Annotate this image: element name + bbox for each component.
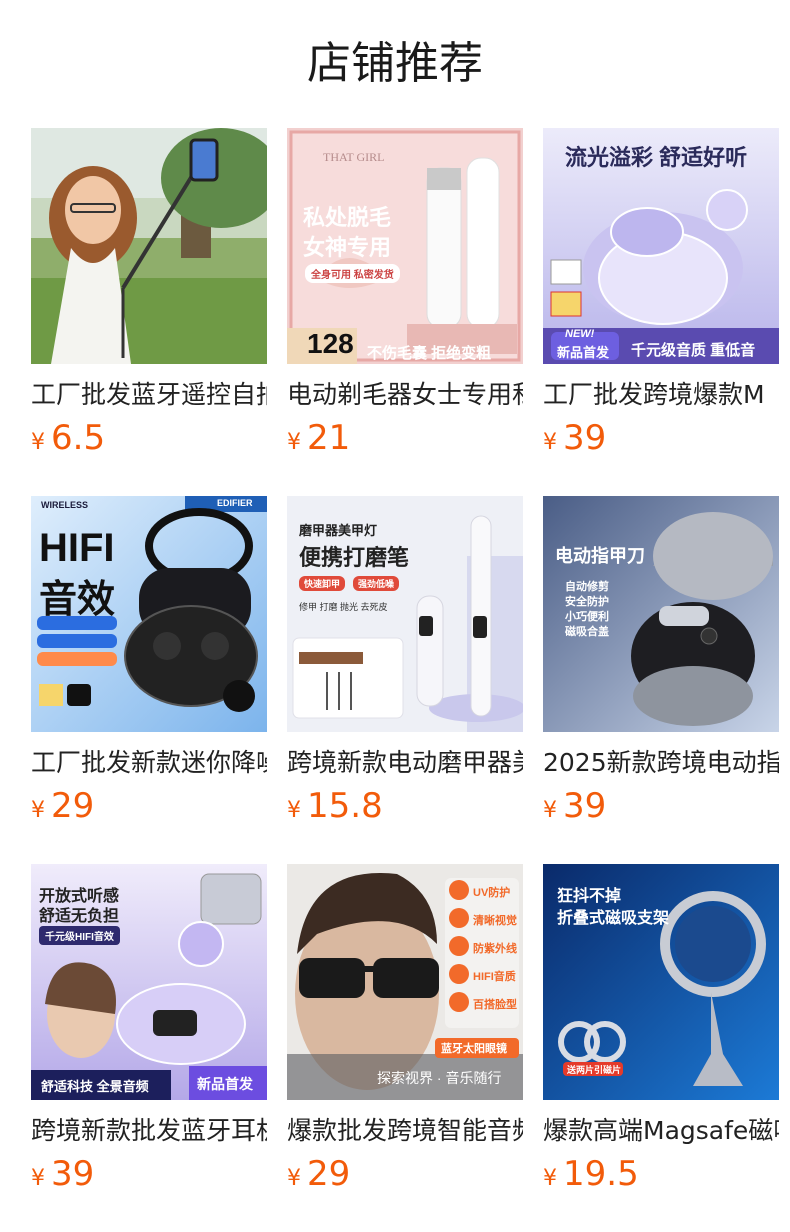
feature-tag: 送两片引磁片 bbox=[567, 1065, 622, 1075]
currency-symbol: ¥ bbox=[31, 798, 45, 823]
headline-text: 流光溢彩 舒适好听 bbox=[565, 145, 748, 170]
product-price: ¥6.5 bbox=[31, 416, 267, 460]
feature-tag: 清晰视觉 bbox=[473, 915, 517, 927]
product-image[interactable]: 开放式听感 舒适无负担 千元级HIFI音效 舒适科技 全景音频 新品首发 bbox=[31, 864, 267, 1100]
feature-tag: 不伤毛囊 拒绝变粗 bbox=[367, 345, 492, 362]
product-name[interactable]: 工厂批发蓝牙遥控自拍杆 bbox=[31, 378, 267, 412]
product-name[interactable]: 跨境新款批发蓝牙耳机 bbox=[31, 1114, 267, 1148]
brand-text: EDIFIER bbox=[217, 498, 253, 508]
product-name[interactable]: 爆款高端Magsafe磁吸支架 bbox=[543, 1114, 779, 1148]
section-title: 店铺推荐 bbox=[307, 38, 483, 89]
currency-symbol: ¥ bbox=[543, 1166, 557, 1191]
headline-text: 折叠式磁吸支架 bbox=[557, 910, 670, 927]
product-price: ¥19.5 bbox=[543, 1152, 779, 1196]
product-image[interactable]: THAT GIRL 私处脱毛 女神专用 全身可用 私密发货 128 不伤毛囊 拒… bbox=[287, 128, 523, 364]
product-card[interactable]: 开放式听感 舒适无负担 千元级HIFI音效 舒适科技 全景音频 新品首发 跨境新… bbox=[31, 864, 267, 1232]
product-price: ¥39 bbox=[543, 784, 779, 828]
product-name[interactable]: 工厂批发跨境爆款M bbox=[543, 378, 779, 412]
feature-tag: 强劲低噪 bbox=[353, 576, 400, 591]
feature-tag: 百搭脸型 bbox=[473, 999, 517, 1011]
product-image[interactable]: 电动指甲刀 自动修剪 安全防护 小巧便利 磁吸合盖 bbox=[543, 496, 779, 732]
product-name[interactable]: 跨境新款电动磨甲器美甲 bbox=[287, 746, 523, 780]
headline-text: 狂抖不掉 bbox=[557, 888, 622, 905]
headline-text: 便携打磨笔 bbox=[299, 545, 410, 570]
product-name[interactable]: 电动剃毛器女士专用私处脱毛 bbox=[287, 378, 523, 412]
product-price: ¥29 bbox=[31, 784, 267, 828]
price-value: 39 bbox=[51, 1154, 95, 1194]
price-value: 39 bbox=[563, 786, 607, 826]
product-type-label: 蓝牙太阳眼镜 bbox=[441, 1043, 507, 1055]
price-value: 29 bbox=[307, 1154, 351, 1194]
currency-symbol: ¥ bbox=[31, 1166, 45, 1191]
product-image[interactable]: 磨甲器美甲灯 便携打磨笔 快速卸甲 强劲低噪 修甲 打磨 抛光 去死皮 bbox=[287, 496, 523, 732]
feature-item: 自动修剪 bbox=[565, 581, 609, 593]
feature-tag: 快速卸甲 bbox=[299, 576, 346, 591]
feature-tag: 全身可用 私密发货 bbox=[305, 264, 400, 283]
feature-tag: 千元级HIFI音效 bbox=[39, 926, 120, 945]
price-value: 6.5 bbox=[51, 418, 106, 458]
feature-item: 安全防护 bbox=[565, 596, 609, 608]
feature-tag: UV防护 bbox=[473, 887, 511, 899]
product-card[interactable]: WIRELESS EDIFIER HIFI 音效 工厂批发新款迷你降噪 ¥29 bbox=[31, 496, 267, 864]
headline-text: 音效 bbox=[39, 579, 116, 621]
price-value: 15.8 bbox=[307, 786, 383, 826]
feature-tag: 修甲 打磨 抛光 去死皮 bbox=[299, 602, 388, 612]
feature-tag: HIFI音质 bbox=[473, 971, 516, 983]
product-image[interactable] bbox=[31, 128, 267, 364]
currency-symbol: ¥ bbox=[31, 430, 45, 455]
product-image[interactable]: UV防护 清晰视觉 防紫外线 HIFI音质 百搭脸型 蓝牙太阳眼镜 探索视界 ·… bbox=[287, 864, 523, 1100]
feature-tag: 千元级音质 重低音 bbox=[631, 342, 756, 359]
feature-tag: 防紫外线 bbox=[473, 943, 517, 955]
new-badge: NEW! bbox=[565, 328, 595, 340]
promo-price: 128 bbox=[307, 328, 354, 359]
currency-symbol: ¥ bbox=[543, 430, 557, 455]
product-card[interactable]: 磨甲器美甲灯 便携打磨笔 快速卸甲 强劲低噪 修甲 打磨 抛光 去死皮 跨境新款… bbox=[287, 496, 523, 864]
headline-small: 磨甲器美甲灯 bbox=[299, 523, 378, 538]
headline-text: 电动指甲刀 bbox=[555, 546, 645, 566]
headline-text: HIFI bbox=[39, 526, 115, 570]
product-card[interactable]: 狂抖不掉 折叠式磁吸支架 送两片引磁片 爆款高端Magsafe磁吸支架 ¥19.… bbox=[543, 864, 779, 1232]
slogan-text: 探索视界 · 音乐随行 bbox=[377, 1070, 502, 1086]
currency-symbol: ¥ bbox=[543, 798, 557, 823]
feature-tag: 新品首发 bbox=[557, 345, 610, 360]
product-card[interactable]: THAT GIRL 私处脱毛 女神专用 全身可用 私密发货 128 不伤毛囊 拒… bbox=[287, 128, 523, 496]
currency-symbol: ¥ bbox=[287, 430, 301, 455]
feature-tag: 舒适科技 全景音频 bbox=[41, 1079, 149, 1094]
feature-item: 磁吸合盖 bbox=[565, 626, 609, 638]
shop-recommend-page: 店铺推荐 工厂批发蓝牙遥控自 ¥ 6.5 THAT GIRL 私处脱毛 女神专用… bbox=[0, 0, 790, 1232]
feature-item: 小巧便利 bbox=[565, 611, 609, 623]
headline-text: 舒适无负担 bbox=[39, 908, 120, 925]
product-name[interactable]: 2025新款跨境电动指甲刀 bbox=[543, 746, 779, 780]
product-price: ¥21 bbox=[287, 416, 523, 460]
headline-text: 私处脱毛 bbox=[303, 205, 392, 230]
price-value: 19.5 bbox=[563, 1154, 639, 1194]
product-card[interactable]: UV防护 清晰视觉 防紫外线 HIFI音质 百搭脸型 蓝牙太阳眼镜 探索视界 ·… bbox=[287, 864, 523, 1232]
product-price: ¥39 bbox=[543, 416, 779, 460]
product-price: ¥15.8 bbox=[287, 784, 523, 828]
product-image[interactable]: 狂抖不掉 折叠式磁吸支架 送两片引磁片 bbox=[543, 864, 779, 1100]
currency-symbol: ¥ bbox=[287, 1166, 301, 1191]
product-image[interactable]: 流光溢彩 舒适好听 NEW! 新品首发 千元级音质 重低音 bbox=[543, 128, 779, 364]
product-name[interactable]: 爆款批发跨境智能音频眼镜 bbox=[287, 1114, 523, 1148]
brand-text: THAT GIRL bbox=[323, 150, 385, 164]
price-value: 29 bbox=[51, 786, 95, 826]
price-value: 21 bbox=[307, 418, 351, 458]
product-card[interactable]: 工厂批发蓝牙遥控自拍杆 ¥6.5 bbox=[31, 128, 267, 496]
wireless-label: WIRELESS bbox=[41, 500, 89, 510]
selfie-stick-image bbox=[31, 128, 267, 364]
product-grid: 工厂批发蓝牙遥控自拍杆 ¥6.5 THAT GIRL 私处脱毛 bbox=[31, 128, 779, 1232]
product-price: ¥39 bbox=[31, 1152, 267, 1196]
headline-text: 女神专用 bbox=[303, 235, 392, 260]
product-card[interactable]: 流光溢彩 舒适好听 NEW! 新品首发 千元级音质 重低音 工厂批发跨境爆款M … bbox=[543, 128, 779, 496]
price-value: 39 bbox=[563, 418, 607, 458]
product-price: ¥29 bbox=[287, 1152, 523, 1196]
product-card[interactable]: 电动指甲刀 自动修剪 安全防护 小巧便利 磁吸合盖 2025新款跨境电动指甲刀 … bbox=[543, 496, 779, 864]
product-name[interactable]: 工厂批发新款迷你降噪 bbox=[31, 746, 267, 780]
new-badge: 新品首发 bbox=[197, 1076, 253, 1092]
currency-symbol: ¥ bbox=[287, 798, 301, 823]
product-image[interactable]: WIRELESS EDIFIER HIFI 音效 bbox=[31, 496, 267, 732]
